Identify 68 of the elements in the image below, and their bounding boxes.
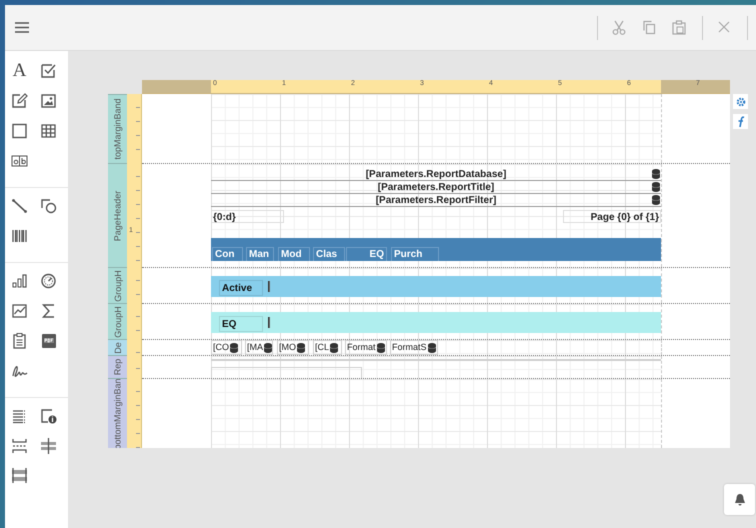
checkbox-icon [40, 62, 57, 80]
divider-icon [40, 437, 57, 455]
column-header[interactable]: Clas [313, 247, 345, 261]
column-header[interactable]: Man [246, 247, 274, 261]
settings-button[interactable] [733, 94, 748, 109]
date-field[interactable]: {0:d} [211, 210, 284, 223]
resize-handle[interactable] [268, 281, 270, 292]
image-icon [40, 92, 57, 110]
resize-handle[interactable] [268, 317, 270, 328]
ruler-margin [661, 80, 730, 93]
edit-icon [11, 92, 28, 110]
menu-icon [15, 22, 29, 33]
parameter-field[interactable]: [Parameters.ReportDatabase] [211, 168, 661, 181]
data-field[interactable]: Format [345, 340, 387, 355]
table-icon [40, 122, 57, 140]
data-field[interactable]: [MO [277, 340, 309, 355]
parameter-field[interactable]: [Parameters.ReportTitle] [211, 181, 661, 194]
page-number-field[interactable]: Page {0} of {1} [563, 210, 661, 223]
database-icon [264, 342, 272, 352]
bell-icon [734, 493, 746, 506]
text-tool[interactable]: A [8, 60, 30, 82]
barcode-icon [11, 227, 28, 245]
column-header[interactable]: Purch [391, 247, 439, 261]
ruler-margin [142, 80, 211, 93]
band-label[interactable]: PageHeader [108, 163, 127, 267]
function-icon [736, 116, 744, 128]
sum-icon [40, 302, 57, 320]
copy-icon [642, 20, 656, 35]
paste-icon [672, 20, 686, 35]
column-header[interactable]: Con [212, 247, 243, 261]
pdf-icon [40, 332, 57, 350]
data-field[interactable]: [CO [211, 340, 242, 355]
database-icon [652, 169, 660, 179]
data-field[interactable]: [CL [313, 340, 342, 355]
column-header[interactable]: Mod [278, 247, 310, 261]
group-field[interactable]: EQ [219, 316, 263, 332]
notifications-button[interactable] [724, 484, 755, 515]
band-label[interactable]: GroupH [108, 303, 127, 339]
database-icon [652, 182, 660, 192]
band-label[interactable]: De [108, 339, 127, 355]
shapes-icon [40, 197, 57, 215]
band-label[interactable]: Rep [108, 355, 127, 378]
database-icon [230, 342, 238, 352]
band-icon [11, 467, 28, 485]
scissors-icon [612, 20, 626, 35]
rectangle-icon [11, 122, 28, 140]
group-field[interactable]: Active [219, 280, 263, 296]
parameter-field[interactable]: [Parameters.ReportFilter] [211, 194, 661, 207]
band-label[interactable]: topMarginBand [108, 94, 127, 163]
clipboard-icon [11, 332, 28, 350]
band-label[interactable]: GroupH [108, 267, 127, 303]
bar-chart-icon [11, 272, 28, 290]
line-chart-icon [11, 302, 28, 320]
info-icon [40, 407, 57, 425]
database-icon [330, 342, 338, 352]
function-button[interactable] [733, 114, 748, 129]
line-icon [11, 197, 28, 215]
database-icon [428, 342, 436, 352]
column-header[interactable]: EQ [346, 247, 387, 261]
page-break-icon [11, 437, 28, 455]
settings-icon [736, 96, 746, 106]
close-icon [717, 20, 731, 35]
database-icon [652, 195, 660, 205]
gauge-icon [40, 272, 57, 290]
database-icon [297, 342, 305, 352]
data-field[interactable]: FormatS [390, 340, 438, 355]
database-icon [376, 342, 385, 352]
data-field[interactable]: [MA [245, 340, 273, 355]
